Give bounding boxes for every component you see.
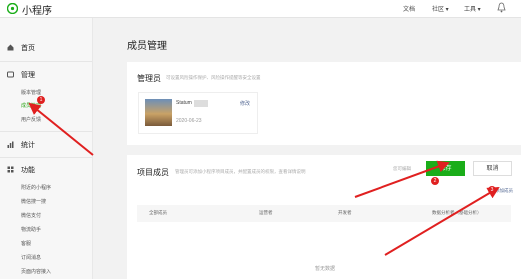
annotation-badge-3: 3 — [488, 186, 496, 194]
annotation-overlay — [28, 102, 500, 256]
annotation-badge-2: 2 — [431, 177, 439, 185]
annotation-badge-1: 1 — [37, 96, 45, 104]
annotation-arrow-1 — [28, 102, 94, 156]
annotation-arrow-3 — [384, 186, 500, 256]
